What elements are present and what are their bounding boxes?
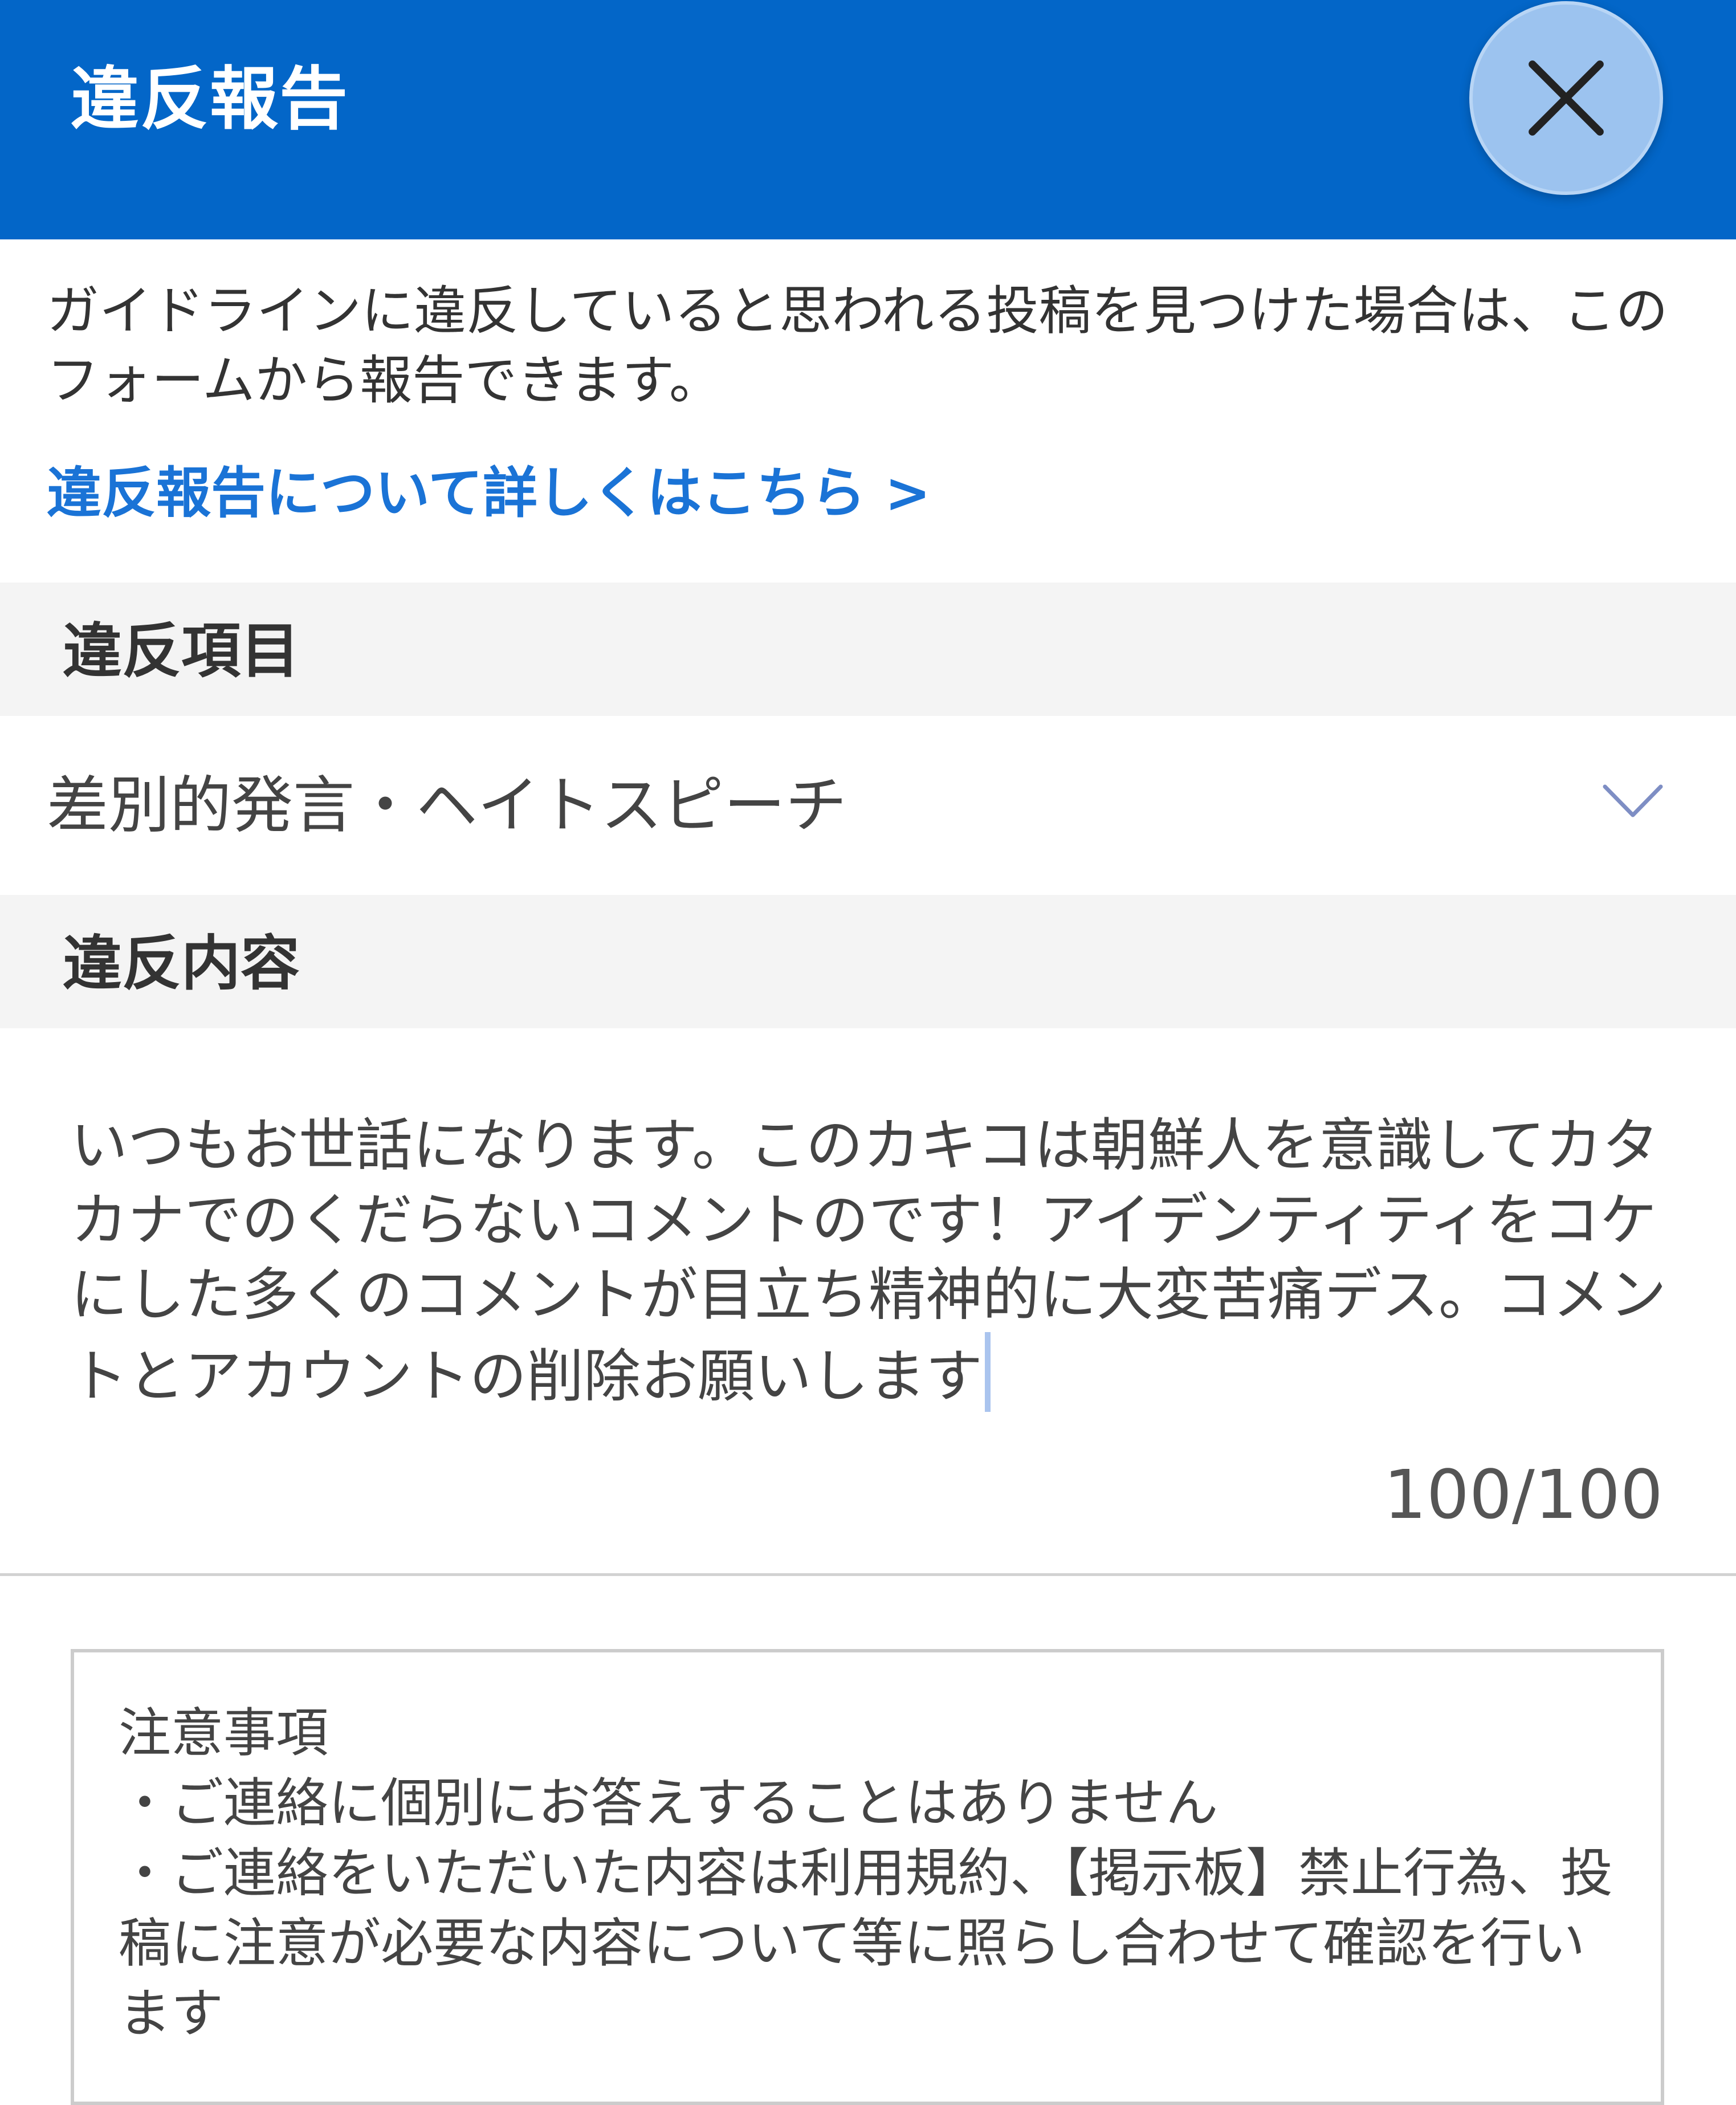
- intro-text: ガイドラインに違反していると思われる投稿を見つけた場合は、このフォームから報告で…: [47, 280, 1668, 411]
- content-value: いつもお世話になります。このカキコは朝鮮人を意識してカタカナでのくだらないコメン…: [71, 1112, 1666, 1410]
- notes-item: ・ご連絡に個別にお答えすることはありません: [119, 1773, 1219, 1834]
- close-icon: [1529, 60, 1604, 136]
- category-heading: 違反項目: [63, 616, 300, 686]
- notes-content: 注意事項 ・ご連絡に個別にお答えすることはありません ・ご連絡をいただいた内容は…: [119, 1698, 1629, 2049]
- modal-header: 違反報告: [0, 0, 1736, 239]
- close-button[interactable]: [1469, 1, 1663, 195]
- category-selected-value: 差別的発言・ヘイトスピーチ: [47, 770, 847, 841]
- category-section-header: 違反項目: [0, 583, 1736, 716]
- text-caret: [985, 1332, 991, 1412]
- notes-box: 注意事項 ・ご連絡に個別にお答えすることはありません ・ご連絡をいただいた内容は…: [71, 1649, 1664, 2105]
- category-select[interactable]: 差別的発言・ヘイトスピーチ: [0, 716, 1736, 895]
- page-title: 違反報告: [71, 60, 349, 139]
- content-textarea[interactable]: いつもお世話になります。このカキコは朝鮮人を意識してカタカナでのくだらないコメン…: [0, 1028, 1736, 1576]
- notes-title: 注意事項: [119, 1703, 329, 1764]
- chevron-down-icon: [1603, 784, 1663, 817]
- guidelines-link[interactable]: 違反報告について詳しくはこちら >: [47, 456, 931, 530]
- character-counter: 100/100: [1383, 1455, 1663, 1534]
- content-textarea-text: いつもお世話になります。このカキコは朝鮮人を意識してカタカナでのくだらないコメン…: [71, 1108, 1666, 1414]
- content-section-header: 違反内容: [0, 895, 1736, 1028]
- notes-item: ・ご連絡をいただいた内容は利用規約、【掲示板】禁止行為、投稿に注意が必要な内容に…: [119, 1843, 1613, 2044]
- content-heading: 違反内容: [63, 929, 300, 998]
